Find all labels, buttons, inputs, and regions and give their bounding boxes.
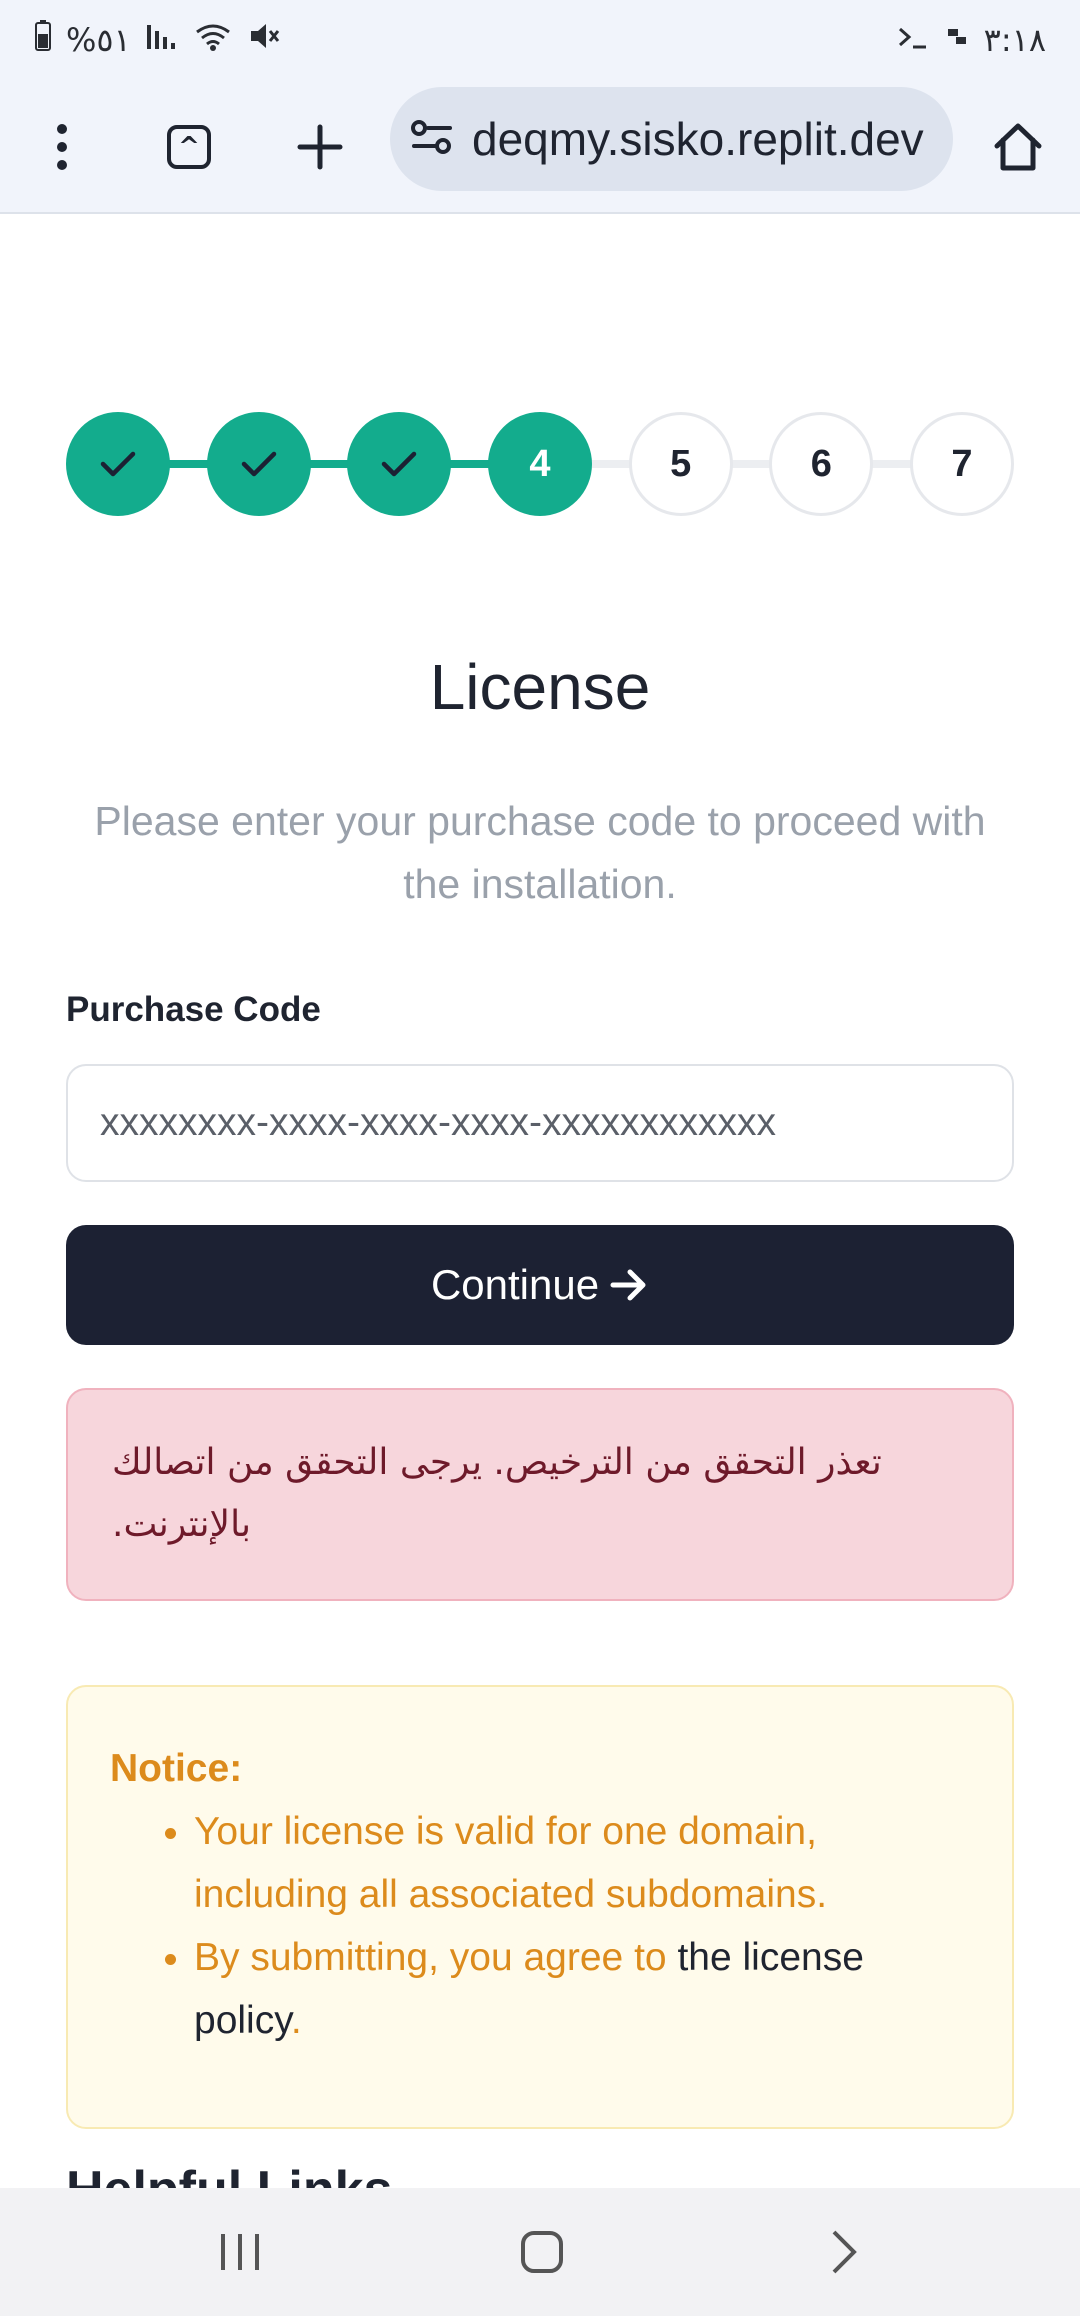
status-right: ٣:١٨ bbox=[896, 21, 1046, 59]
step-connector bbox=[164, 460, 213, 468]
installation-stepper: 4567 bbox=[66, 412, 1014, 516]
error-alert: تعذر التحقق من الترخيص. يرجى التحقق من ا… bbox=[66, 1388, 1014, 1601]
recent-apps-button[interactable] bbox=[200, 2212, 280, 2292]
home-button[interactable] bbox=[978, 107, 1058, 187]
purchase-code-input[interactable] bbox=[66, 1064, 1014, 1182]
browser-toolbar: ^ deqmy.sisko.replit.dev bbox=[0, 80, 1080, 214]
url-text: deqmy.sisko.replit.dev bbox=[472, 113, 924, 165]
clock: ٣:١٨ bbox=[983, 21, 1046, 59]
home-icon bbox=[994, 123, 1042, 171]
step-connector bbox=[726, 460, 776, 468]
wifi-icon bbox=[193, 20, 233, 60]
check-icon bbox=[100, 451, 136, 477]
system-nav-bar bbox=[0, 2188, 1080, 2316]
chevron-right-icon bbox=[832, 2230, 857, 2274]
check-icon bbox=[382, 451, 417, 477]
address-bar[interactable]: deqmy.sisko.replit.dev bbox=[390, 87, 953, 191]
notice-title: Notice: bbox=[110, 1747, 243, 1790]
more-menu-button[interactable] bbox=[22, 107, 102, 187]
step-connector bbox=[304, 460, 354, 468]
step-connector bbox=[586, 460, 635, 468]
purchase-code-label: Purchase Code bbox=[66, 990, 321, 1029]
site-settings-icon[interactable] bbox=[410, 117, 454, 162]
step-completed bbox=[66, 412, 170, 516]
battery-percent: %٥١ bbox=[66, 21, 131, 59]
continue-button[interactable]: Continue bbox=[66, 1225, 1014, 1345]
new-tab-button[interactable] bbox=[280, 107, 360, 187]
step-pending: 7 bbox=[910, 412, 1014, 516]
kebab-menu-icon bbox=[57, 124, 67, 170]
step-current: 4 bbox=[488, 412, 592, 516]
continue-label: Continue bbox=[430, 1261, 600, 1308]
mute-icon bbox=[247, 20, 281, 60]
step-connector bbox=[445, 460, 494, 468]
page-subtitle: Please enter your purchase code to proce… bbox=[94, 798, 986, 907]
step-connector bbox=[867, 460, 916, 468]
notice-item: By submitting, you agree to the license … bbox=[194, 1926, 970, 2052]
notice-item: Your license is valid for one domain, in… bbox=[194, 1800, 970, 1926]
error-message: تعذر التحقق من الترخيص. يرجى التحقق من ا… bbox=[112, 1442, 882, 1545]
battery-icon bbox=[34, 20, 52, 60]
recent-apps-icon bbox=[221, 2234, 259, 2270]
notification-icon bbox=[944, 21, 970, 59]
step-completed bbox=[206, 412, 311, 516]
notice-item-suffix: . bbox=[290, 1999, 302, 2042]
notice-list: Your license is valid for one domain, in… bbox=[110, 1800, 970, 2052]
notice-item-text: Your license is valid for one domain, in… bbox=[194, 1810, 828, 1916]
step-completed bbox=[347, 412, 452, 516]
step-pending: 5 bbox=[628, 412, 733, 516]
page-title: License bbox=[429, 651, 651, 723]
step-pending: 6 bbox=[769, 412, 874, 516]
home-square-icon bbox=[521, 2231, 563, 2273]
notice-item-text: By submitting, you agree to bbox=[194, 1936, 667, 1979]
plus-icon bbox=[297, 124, 343, 170]
terminal-icon bbox=[896, 21, 930, 59]
signal-icon bbox=[145, 21, 179, 59]
status-bar: %٥١ ٣:١٨ bbox=[0, 0, 1080, 80]
home-nav-button[interactable] bbox=[502, 2212, 582, 2292]
notice-box: Notice: Your license is valid for one do… bbox=[66, 1685, 1014, 2129]
back-nav-button[interactable] bbox=[804, 2212, 884, 2292]
tabs-button[interactable]: ^ bbox=[149, 107, 229, 187]
check-icon bbox=[241, 451, 276, 477]
tab-count: ^ bbox=[178, 132, 200, 162]
arrow-right-icon bbox=[610, 1269, 646, 1301]
status-left: %٥١ bbox=[34, 20, 281, 60]
tab-count-icon: ^ bbox=[167, 125, 211, 169]
